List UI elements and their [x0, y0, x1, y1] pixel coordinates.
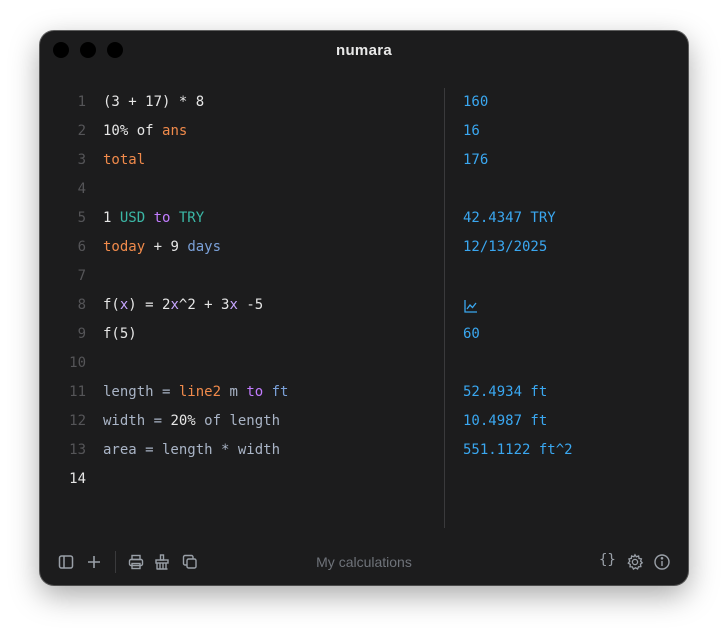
editor-line[interactable]: 13 area = length * width — [40, 436, 444, 465]
code-token: of length — [195, 413, 281, 429]
code-token: + 9 — [145, 239, 188, 255]
line-number: 10 — [69, 355, 86, 371]
code-token: f( — [103, 297, 120, 313]
code-token: ) = 2 — [128, 297, 171, 313]
line-code[interactable]: (3 + 17) * 8 — [103, 88, 204, 117]
info-icon[interactable] — [653, 553, 671, 571]
code-token: -5 — [237, 297, 264, 313]
window-title: numara — [336, 42, 392, 59]
code-token: 10% of — [103, 123, 163, 139]
editor[interactable]: 1 (3 + 17) * 8 2 10% of ans 3 total 4 5 1 USD to… — [40, 88, 444, 528]
line-code[interactable]: 1 USD to TRY — [103, 204, 204, 233]
editor-line[interactable]: 7 — [40, 262, 444, 291]
line-number: 12 — [69, 413, 86, 429]
code-token: 1 — [103, 210, 120, 226]
code-token: ans — [162, 123, 188, 139]
line-number: 6 — [77, 239, 86, 255]
line-number: 14 — [69, 471, 86, 487]
gear-icon[interactable] — [626, 553, 644, 571]
editor-line[interactable]: 8 f(x) = 2x^2 + 3x -5 — [40, 291, 444, 320]
line-number: 9 — [77, 326, 86, 342]
code-token: line2 — [178, 384, 222, 400]
code-token: ft — [271, 384, 289, 400]
line-number: 2 — [77, 123, 86, 139]
line-code[interactable]: area = length * width — [103, 436, 280, 465]
code-token: length = — [103, 384, 179, 400]
code-token: m — [221, 384, 247, 400]
code-token: USD — [119, 210, 154, 226]
editor-line[interactable]: 14 — [40, 465, 444, 494]
line-number: 1 — [77, 94, 86, 110]
code-token: TRY — [178, 210, 205, 226]
line-number: 11 — [69, 384, 86, 400]
line-code[interactable]: total — [103, 146, 145, 175]
result-value[interactable]: 176 — [463, 146, 488, 175]
result-value[interactable]: 10.4987 ft — [463, 407, 547, 436]
code-token: total — [103, 152, 146, 168]
editor-line[interactable]: 2 10% of ans — [40, 117, 444, 146]
line-number: 13 — [69, 442, 86, 458]
result-value[interactable]: 160 — [463, 88, 488, 117]
editor-divider — [444, 88, 445, 528]
title-bar: numara — [40, 31, 688, 71]
code-token: area = length * width — [103, 442, 281, 458]
code-token: x — [229, 297, 238, 313]
result-value[interactable]: 52.4934 ft — [463, 378, 547, 407]
editor-line[interactable]: 12 width = 20% of length — [40, 407, 444, 436]
result-value[interactable]: 42.4347 TRY — [463, 204, 556, 233]
editor-line[interactable]: 3 total — [40, 146, 444, 175]
line-number: 3 — [77, 152, 86, 168]
editor-line[interactable]: 5 1 USD to TRY — [40, 204, 444, 233]
code-token: f(5) — [103, 326, 137, 342]
editor-line[interactable]: 6 today + 9 days — [40, 233, 444, 262]
line-number: 7 — [77, 268, 86, 284]
code-token: x — [170, 297, 179, 313]
app-window: numara 1 (3 + 17) * 8 2 10% of ans 3 total 4 5 1… — [40, 31, 688, 585]
line-code[interactable]: f(5) — [103, 320, 137, 349]
result-value[interactable]: 551.1122 ft^2 — [463, 436, 573, 465]
code-token: to — [246, 384, 272, 400]
line-code[interactable]: length = line2 m to ft — [103, 378, 288, 407]
status-bar: My calculations {} — [40, 539, 688, 585]
line-code[interactable]: width = 20% of length — [103, 407, 280, 436]
code-token: width = — [103, 413, 171, 429]
editor-line[interactable]: 9 f(5) — [40, 320, 444, 349]
line-code[interactable]: f(x) = 2x^2 + 3x -5 — [103, 291, 263, 320]
braces-icon[interactable]: {} — [599, 552, 616, 568]
code-token: ^2 + 3 — [178, 297, 230, 313]
code-token: today — [103, 239, 146, 255]
editor-line[interactable]: 1 (3 + 17) * 8 — [40, 88, 444, 117]
line-code[interactable]: 10% of ans — [103, 117, 187, 146]
result-value[interactable]: 12/13/2025 — [463, 233, 547, 262]
result-value[interactable]: 60 — [463, 320, 480, 349]
code-token: 20% — [170, 413, 196, 429]
result-value[interactable]: 16 — [463, 117, 480, 146]
line-number: 8 — [77, 297, 86, 313]
editor-line[interactable]: 10 — [40, 349, 444, 378]
code-token: to — [153, 210, 179, 226]
code-token: (3 + 17) * 8 — [103, 94, 205, 110]
editor-line[interactable]: 4 — [40, 175, 444, 204]
line-code[interactable]: today + 9 days — [103, 233, 221, 262]
chart-icon[interactable] — [463, 291, 479, 320]
line-number: 5 — [77, 210, 86, 226]
line-number: 4 — [77, 181, 86, 197]
code-token: days — [187, 239, 222, 255]
document-name[interactable]: My calculations — [40, 554, 688, 570]
editor-line[interactable]: 11 length = line2 m to ft — [40, 378, 444, 407]
